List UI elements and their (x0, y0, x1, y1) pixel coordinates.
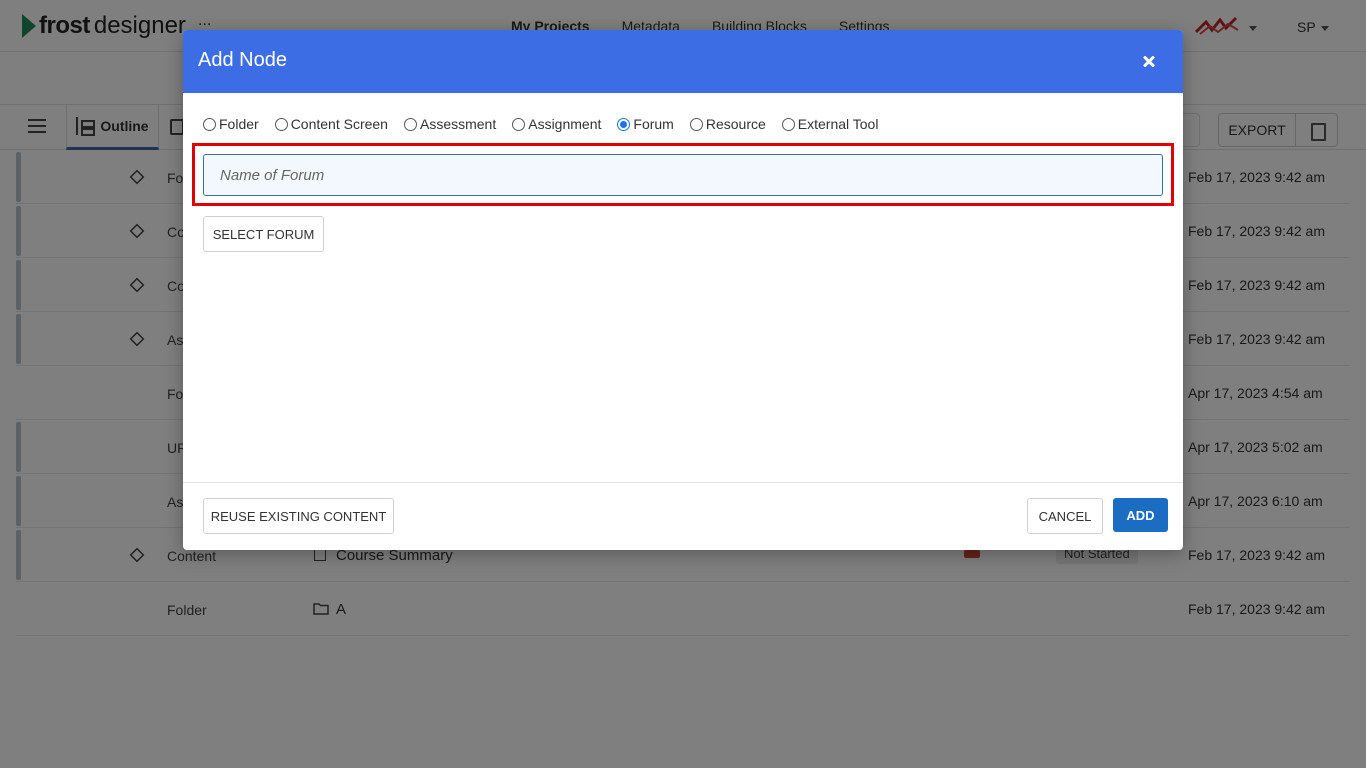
radio-assignment[interactable]: Assignment (512, 116, 601, 132)
reuse-existing-content-button[interactable]: REUSE EXISTING CONTENT (203, 498, 394, 534)
radio-forum[interactable]: Forum (617, 116, 674, 132)
radio-label: External Tool (797, 116, 879, 132)
select-forum-button[interactable]: SELECT FORUM (203, 216, 324, 252)
radio-label: Resource (705, 116, 766, 132)
node-type-radio-group: Folder Content Screen Assessment Assignm… (203, 116, 894, 132)
close-icon[interactable] (1137, 50, 1161, 74)
forum-name-input[interactable] (203, 154, 1163, 196)
radio-label: Content Screen (290, 116, 388, 132)
dialog-title: Add Node (198, 49, 287, 71)
footer-divider (183, 482, 1183, 483)
add-button[interactable]: ADD (1113, 498, 1168, 532)
radio-circle[interactable] (403, 117, 417, 131)
radio-circle[interactable] (512, 117, 526, 131)
radio-label: Forum (633, 116, 674, 132)
radio-assessment[interactable]: Assessment (403, 116, 497, 132)
radio-label: Folder (219, 116, 259, 132)
radio-label: Assessment (419, 116, 497, 132)
radio-circle[interactable] (203, 117, 216, 131)
radio-label: Assignment (528, 116, 602, 132)
cancel-button[interactable]: CANCEL (1027, 498, 1103, 534)
radio-folder[interactable]: Folder (203, 116, 259, 132)
radio-content-screen[interactable]: Content Screen (274, 116, 388, 132)
dialog-header: Add Node (183, 30, 1183, 93)
radio-circle[interactable] (781, 117, 795, 131)
radio-circle-checked[interactable] (617, 117, 631, 131)
radio-circle[interactable] (274, 117, 288, 131)
radio-external-tool[interactable]: External Tool (781, 116, 879, 132)
radio-circle[interactable] (689, 117, 703, 131)
radio-resource[interactable]: Resource (689, 116, 766, 132)
add-node-dialog: Add Node Folder Content Screen Assessmen… (183, 30, 1183, 550)
